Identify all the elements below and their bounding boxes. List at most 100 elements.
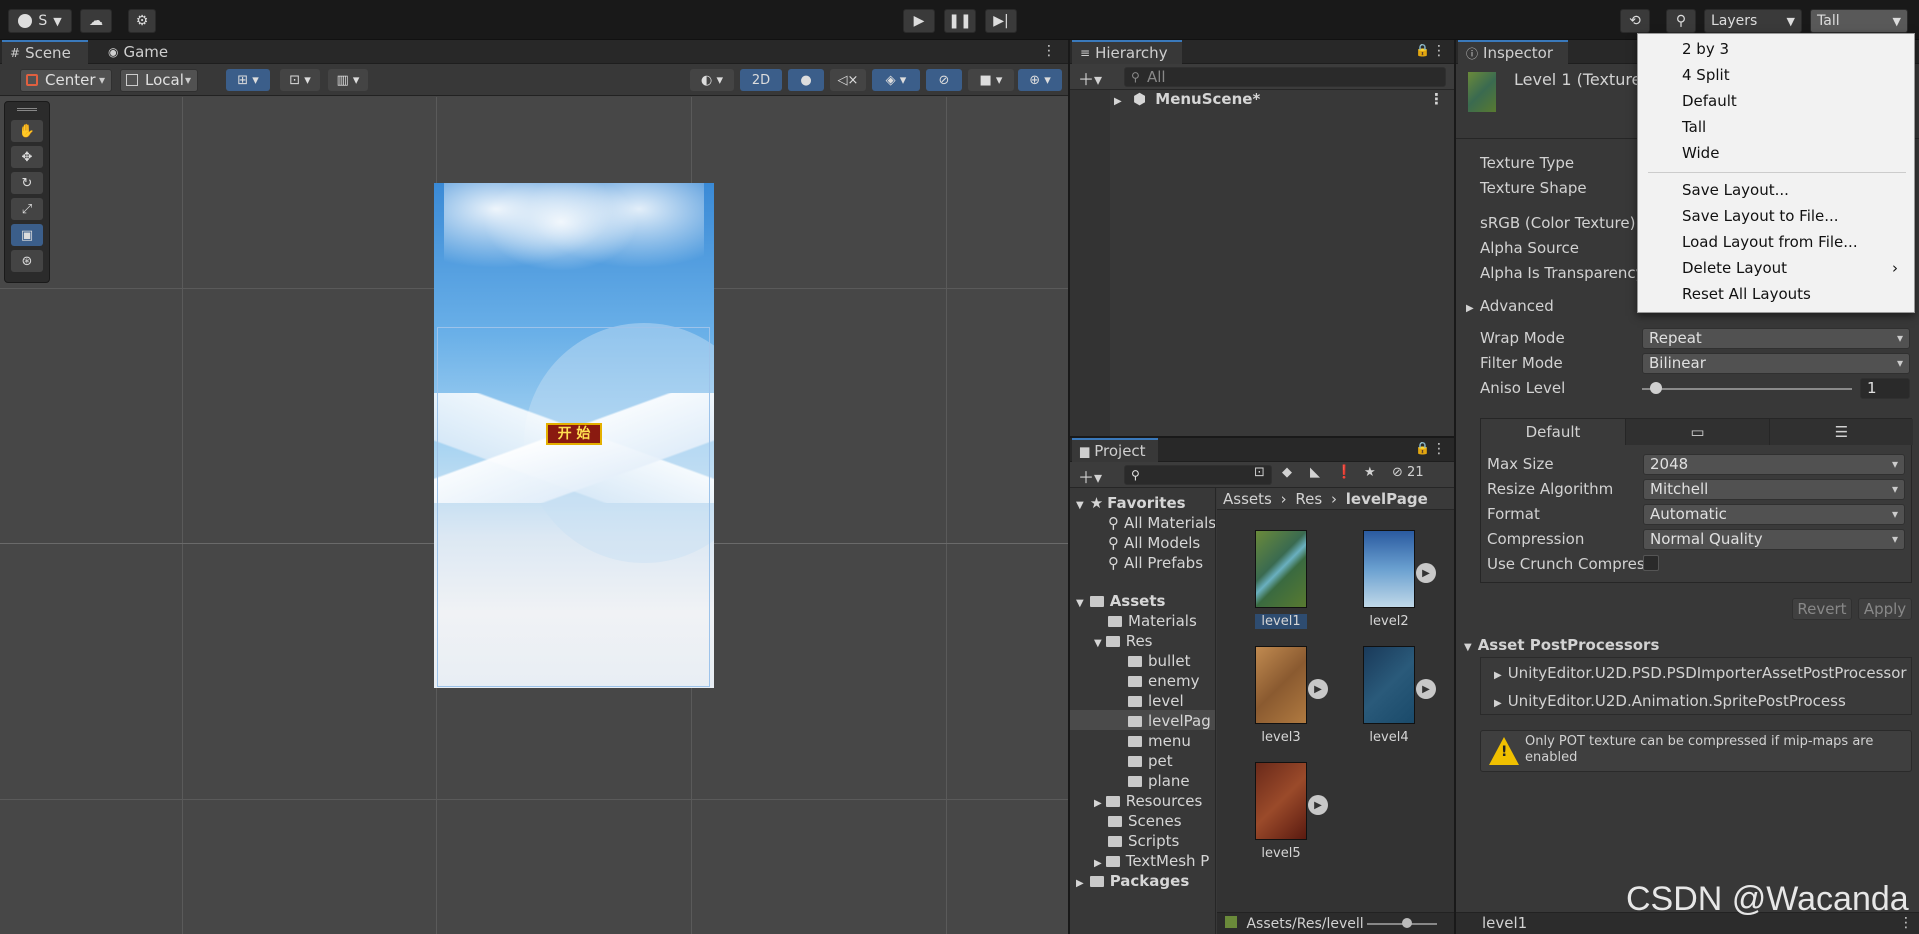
save-layout-to-file-item[interactable]: Save Layout to File... bbox=[1682, 207, 1839, 225]
hierarchy-search-input[interactable]: ⚲ All bbox=[1124, 67, 1446, 87]
toggle-2d-button[interactable]: 2D bbox=[740, 69, 782, 91]
favorite-item[interactable]: ⚲ All Materials bbox=[1108, 514, 1215, 532]
shading-mode-button[interactable]: ◐ ▾ bbox=[690, 69, 734, 91]
breadcrumb-item[interactable]: Res bbox=[1295, 490, 1322, 508]
revert-button[interactable]: Revert bbox=[1792, 598, 1852, 620]
folder-item[interactable]: enemy bbox=[1128, 672, 1199, 690]
create-button[interactable]: ＋▾ bbox=[1078, 464, 1102, 488]
scene-viewport[interactable]: ✋ ✥ ↻ ⤢ ▣ ⊛ 开 始 bbox=[0, 97, 1068, 934]
tab-game[interactable]: ◉ Game bbox=[100, 40, 180, 64]
layout-dropdown[interactable]: Tall ▼ bbox=[1810, 9, 1908, 33]
max-size-dropdown[interactable]: 2048 bbox=[1643, 454, 1905, 475]
more-menu-icon[interactable]: ⋮ bbox=[1042, 43, 1056, 59]
move-tool-button[interactable]: ✥ bbox=[11, 146, 43, 168]
favorite-star-icon[interactable]: ★ bbox=[1364, 465, 1376, 480]
folder-item[interactable]: ▶ Resources bbox=[1094, 792, 1202, 810]
rect-tool-button[interactable]: ▣ bbox=[11, 224, 43, 246]
more-menu-icon[interactable]: ⋮ bbox=[1432, 43, 1446, 59]
breadcrumb-item[interactable]: Assets bbox=[1223, 490, 1272, 508]
scale-tool-button[interactable]: ⤢ bbox=[11, 198, 43, 220]
folder-item[interactable]: Scenes bbox=[1108, 812, 1182, 830]
favorite-item[interactable]: ⚲ All Models bbox=[1108, 534, 1200, 552]
cloud-button[interactable]: ☁ bbox=[80, 9, 112, 33]
asset-thumbnail[interactable] bbox=[1363, 530, 1415, 608]
hidden-packages-toggle[interactable]: ⊘ 21 bbox=[1392, 465, 1424, 480]
transform-tool-button[interactable]: ⊛ bbox=[11, 250, 43, 272]
load-layout-item[interactable]: Load Layout from File... bbox=[1682, 233, 1858, 251]
aniso-slider-handle[interactable] bbox=[1650, 382, 1662, 394]
asset-thumbnail[interactable] bbox=[1255, 762, 1307, 840]
filter-mode-dropdown[interactable]: Bilinear bbox=[1642, 353, 1910, 374]
folder-item[interactable]: ▼ Res bbox=[1094, 632, 1153, 650]
label-tag-icon[interactable]: ◣ bbox=[1310, 465, 1320, 480]
more-menu-icon[interactable]: ⋮ bbox=[1432, 441, 1446, 457]
resize-algorithm-dropdown[interactable]: Mitchell bbox=[1643, 479, 1905, 500]
delete-layout-item[interactable]: Delete Layout bbox=[1682, 259, 1787, 277]
step-button[interactable]: ▶| bbox=[985, 9, 1017, 33]
layout-menu-item[interactable]: Wide bbox=[1682, 144, 1719, 162]
advanced-foldout[interactable]: ▶ Advanced bbox=[1466, 297, 1554, 315]
increment-snap-button[interactable]: ⊡ ▾ bbox=[280, 69, 320, 91]
visibility-toggle[interactable]: ⊘ bbox=[926, 69, 962, 91]
reset-layouts-item[interactable]: Reset All Layouts bbox=[1682, 285, 1811, 303]
folder-item-selected[interactable]: levelPag bbox=[1070, 710, 1215, 730]
pause-button[interactable]: ❚❚ bbox=[944, 9, 976, 33]
crunch-compress-checkbox[interactable] bbox=[1643, 555, 1659, 571]
layout-menu-item[interactable]: 4 Split bbox=[1682, 66, 1730, 84]
folder-item[interactable]: bullet bbox=[1128, 652, 1190, 670]
hand-tool-button[interactable]: ✋ bbox=[11, 120, 43, 142]
zoom-slider-handle[interactable] bbox=[1402, 918, 1412, 928]
ruler-button[interactable]: ▥ ▾ bbox=[328, 69, 368, 91]
undo-history-button[interactable]: ⟲ bbox=[1620, 9, 1650, 33]
format-dropdown[interactable]: Automatic bbox=[1643, 504, 1905, 525]
tab-hierarchy[interactable]: ≡ Hierarchy bbox=[1072, 40, 1182, 64]
layout-menu-item[interactable]: Tall bbox=[1682, 118, 1706, 136]
effects-toggle[interactable]: ◈ ▾ bbox=[872, 69, 920, 91]
postprocessors-foldout[interactable]: ▼ Asset PostProcessors bbox=[1464, 636, 1659, 654]
platform-tab-default[interactable]: Default bbox=[1481, 419, 1625, 445]
asset-thumbnail[interactable] bbox=[1255, 646, 1307, 724]
services-button[interactable]: ⚙ bbox=[128, 9, 156, 33]
warning-filter-icon[interactable]: ❗ bbox=[1336, 465, 1352, 480]
folder-item[interactable]: pet bbox=[1128, 752, 1173, 770]
rotate-tool-button[interactable]: ↻ bbox=[11, 172, 43, 194]
folder-item[interactable]: Scripts bbox=[1108, 832, 1179, 850]
audio-toggle[interactable]: ◁× bbox=[830, 69, 866, 91]
add-button[interactable]: ＋▾ bbox=[1078, 66, 1102, 90]
favorite-item[interactable]: ⚲ All Prefabs bbox=[1108, 554, 1203, 572]
folder-item[interactable]: Materials bbox=[1108, 612, 1197, 630]
tab-scene[interactable]: # Scene bbox=[2, 40, 88, 64]
space-dropdown[interactable]: Local bbox=[120, 69, 198, 92]
layers-dropdown[interactable]: Layers ▼ bbox=[1704, 9, 1802, 33]
camera-dropdown[interactable]: ■ ▾ bbox=[968, 69, 1014, 91]
folder-item[interactable]: menu bbox=[1128, 732, 1191, 750]
scene-root-item[interactable]: ▶ ⬢ MenuScene* ⋮ bbox=[1114, 90, 1444, 110]
postprocessor-item[interactable]: ▶ UnityEditor.U2D.Animation.SpritePostPro… bbox=[1494, 692, 1846, 710]
tab-inspector[interactable]: ⓘ Inspector bbox=[1458, 40, 1568, 64]
platform-tab-standalone[interactable]: ▭ bbox=[1625, 419, 1769, 445]
breadcrumb-current[interactable]: levelPage bbox=[1346, 490, 1428, 508]
aniso-value-input[interactable]: 1 bbox=[1860, 378, 1910, 399]
save-layout-item[interactable]: Save Layout... bbox=[1682, 181, 1789, 199]
apply-button[interactable]: Apply bbox=[1858, 598, 1912, 620]
packages-node[interactable]: ▶ Packages bbox=[1076, 872, 1189, 890]
layout-menu-item[interactable]: Default bbox=[1682, 92, 1737, 110]
search-by-type-icon[interactable]: ⊡ bbox=[1254, 465, 1265, 480]
lock-icon[interactable]: 🔒 bbox=[1415, 441, 1430, 455]
pivot-dropdown[interactable]: Center bbox=[20, 69, 112, 92]
project-search-input[interactable]: ⚲ bbox=[1124, 465, 1272, 485]
favorites-node[interactable]: ▼ ★ Favorites bbox=[1076, 494, 1186, 512]
play-button[interactable]: ▶ bbox=[903, 9, 935, 33]
folder-item[interactable]: plane bbox=[1128, 772, 1190, 790]
drag-handle-icon[interactable] bbox=[17, 108, 37, 111]
folder-item[interactable]: level bbox=[1128, 692, 1184, 710]
grid-snap-button[interactable]: ⊞ ▾ bbox=[226, 69, 270, 91]
search-button[interactable]: ⚲ bbox=[1666, 9, 1696, 33]
account-dropdown[interactable]: S ▼ bbox=[8, 9, 72, 33]
lighting-toggle[interactable]: ● bbox=[788, 69, 824, 91]
play-preview-icon[interactable]: ▶ bbox=[1416, 563, 1436, 583]
asset-thumbnail[interactable] bbox=[1255, 530, 1307, 608]
postprocessor-item[interactable]: ▶ UnityEditor.U2D.PSD.PSDImporterAssetPos… bbox=[1494, 664, 1907, 682]
platform-tab-webgl[interactable]: ☰ bbox=[1769, 419, 1913, 445]
compression-dropdown[interactable]: Normal Quality bbox=[1643, 529, 1905, 550]
